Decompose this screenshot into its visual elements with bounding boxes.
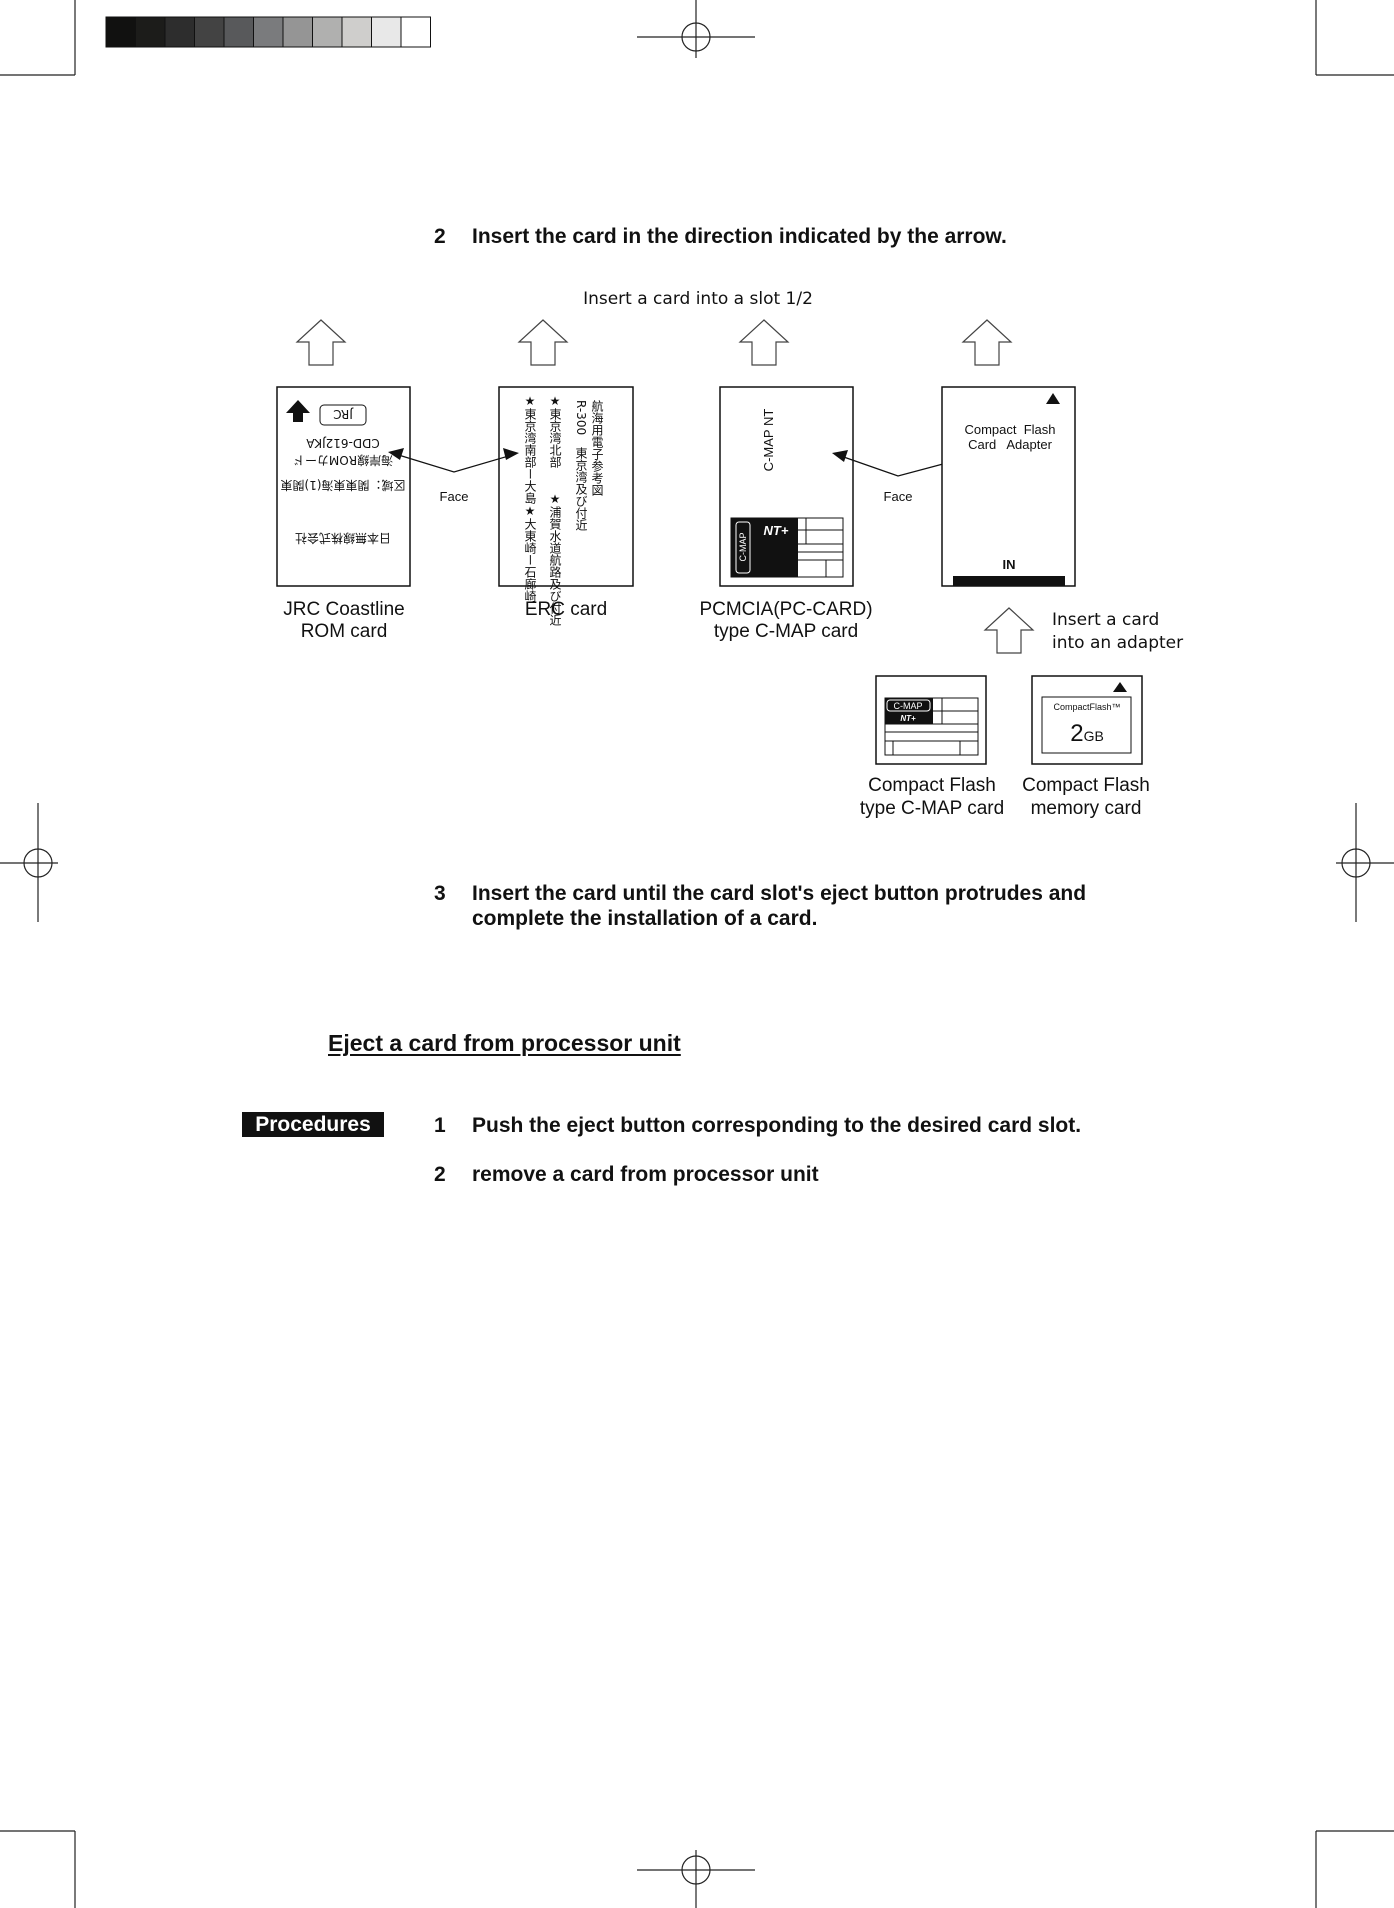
c-map-nt-title: C-MAP NT xyxy=(761,409,776,472)
up-arrow-icon xyxy=(295,319,347,366)
step-number: 2 xyxy=(434,1163,446,1186)
erc-card-text: ★東京湾南部ー大島★大東崎ー石廊崎 xyxy=(523,394,537,602)
page-graphics: Insert a card into a slot 1/2 日本無線株式会社 区… xyxy=(0,0,1394,1908)
step-text: complete the installation of a card. xyxy=(472,907,818,930)
face-pointer-right xyxy=(837,454,959,477)
capacity-value: 2 xyxy=(1070,720,1083,747)
jrc-card-text: CDD-612JKA xyxy=(305,436,379,450)
procedures-label: Procedures xyxy=(242,1112,384,1137)
erc-card-text: R-300 東京湾及び付近 xyxy=(574,400,588,531)
gray-swatch xyxy=(282,16,313,48)
compact-flash-memory-card: CompactFlash™ 2GB xyxy=(1031,675,1143,765)
gray-swatch xyxy=(135,16,166,48)
nt-plus-badge: NT+ xyxy=(764,523,789,538)
adapter-insert-label: Insert a card xyxy=(1052,610,1159,630)
erc-card: 航海用電子参考図 R-300 東京湾及び付近 ★東京湾北部 ★浦賀水道航路及び付… xyxy=(498,386,634,626)
up-arrow-icon xyxy=(517,319,569,366)
section-heading: Eject a card from processor unit xyxy=(328,1030,681,1056)
registration-mark-bottom xyxy=(637,1850,755,1908)
compact-flash-c-map-card: C-MAP NT+ xyxy=(875,675,987,765)
gray-swatch xyxy=(253,16,284,48)
crop-marks xyxy=(0,0,1394,1908)
step-text: Push the eject button corresponding to t… xyxy=(472,1114,1082,1137)
nt-plus-badge: NT+ xyxy=(900,714,916,723)
up-arrow-icon xyxy=(738,319,790,366)
jrc-logo: JRC xyxy=(333,407,354,421)
adapter-insert-label: into an adapter xyxy=(1052,633,1183,653)
step-number: 2 xyxy=(434,225,446,248)
up-arrow-icon xyxy=(983,607,1035,654)
capacity-unit: GB xyxy=(1084,728,1104,744)
adapter-in-label: IN xyxy=(1003,557,1016,572)
compactflash-brand: CompactFlash™ xyxy=(1053,702,1120,712)
adapter-text: Card Adapter xyxy=(968,437,1052,452)
c-map-logo: C-MAP xyxy=(894,701,923,711)
jrc-card-text: 日本無線株式会社 xyxy=(295,531,391,546)
adapter-text: Compact Flash xyxy=(964,422,1055,437)
pcmcia-card-label: PCMCIA(PC-CARD) xyxy=(699,599,872,620)
gray-swatch xyxy=(400,16,431,48)
pcmcia-card-label: type C-MAP card xyxy=(714,621,858,642)
step-text: Insert the card until the card slot's ej… xyxy=(472,882,1087,905)
registration-mark-left xyxy=(0,803,58,922)
erc-card-text: ★東京湾北部 ★浦賀水道航路及び付近 xyxy=(548,394,562,626)
gray-swatch xyxy=(164,16,195,48)
jrc-card-text: 海岸線ROMカード xyxy=(293,453,393,468)
gray-swatch xyxy=(371,16,402,48)
face-label: Face xyxy=(440,489,469,504)
c-map-logo: C-MAP xyxy=(738,533,748,562)
diagram-title: Insert a card into a slot 1/2 xyxy=(583,289,813,309)
gray-swatch xyxy=(312,16,343,48)
erc-card-label: ERC card xyxy=(525,599,607,620)
gray-swatch xyxy=(223,16,254,48)
jrc-card-text: 区域：関東東海(1)関東 xyxy=(281,478,406,493)
compact-flash-card-adapter: Compact Flash Card Adapter IN xyxy=(941,386,1076,587)
step-number: 3 xyxy=(434,882,446,905)
gray-scale-strip xyxy=(105,16,431,48)
gray-swatch xyxy=(341,16,372,48)
jrc-card-label: JRC Coastline xyxy=(283,599,404,620)
registration-mark-right xyxy=(1336,803,1394,922)
step-text: Insert the card in the direction indicat… xyxy=(472,225,1007,248)
cf-c-map-card-label: type C-MAP card xyxy=(860,798,1004,819)
gray-swatch xyxy=(194,16,225,48)
face-label: Face xyxy=(884,489,913,504)
gray-swatch xyxy=(105,16,136,48)
registration-mark-top xyxy=(637,0,755,58)
step-text: remove a card from processor unit xyxy=(472,1163,819,1186)
cf-c-map-card-label: Compact Flash xyxy=(868,775,996,796)
up-arrow-icon xyxy=(961,319,1013,366)
jrc-coastline-rom-card: 日本無線株式会社 区域：関東東海(1)関東 海岸線ROMカード CDD-612J… xyxy=(276,386,411,587)
step-number: 1 xyxy=(434,1114,446,1137)
pcmcia-c-map-card: C-MAP NT C-MAP NT+ xyxy=(719,386,854,587)
jrc-card-label: ROM card xyxy=(301,621,388,642)
cf-memory-card-label: memory card xyxy=(1031,798,1142,819)
cf-memory-card-label: Compact Flash xyxy=(1022,775,1150,796)
erc-card-text: 航海用電子参考図 xyxy=(590,399,604,496)
